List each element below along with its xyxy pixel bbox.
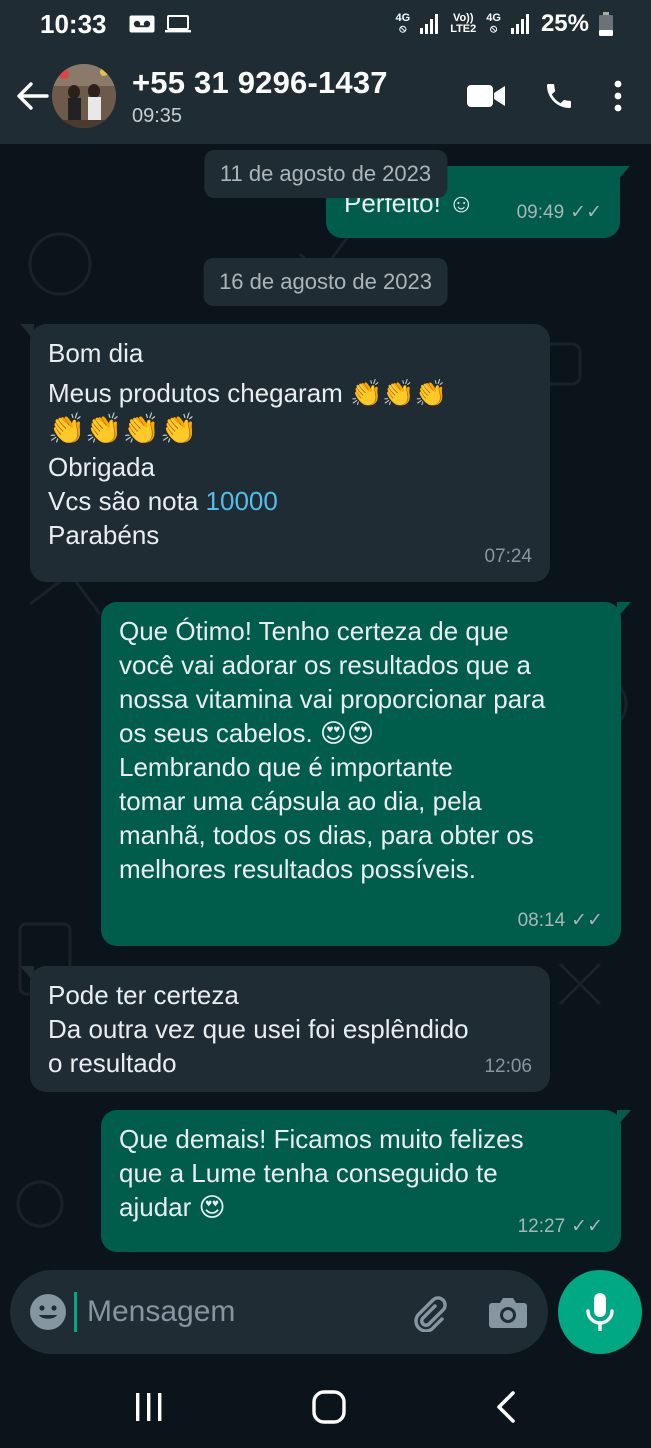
contact-name: +55 31 9296-1437 [132, 64, 388, 100]
attach-icon[interactable] [408, 1292, 448, 1332]
message-text: o resultado [48, 1048, 177, 1078]
message-text: Que demais! Ficamos muito felizes [119, 1124, 524, 1154]
phone-link[interactable]: 10000 [206, 486, 278, 516]
voice-message-button[interactable] [558, 1270, 642, 1354]
status-bar: 10:33 4G ⦸ Vo)) LTE2 4G ⦸ 25% [0, 0, 651, 48]
message-time: 07:24 [484, 546, 532, 567]
message-text: você vai adorar os resultados que a [119, 650, 531, 680]
back-arrow-icon [17, 82, 49, 110]
message-text: Lembrando que é importante [119, 752, 453, 782]
signal-icon [420, 14, 439, 34]
message-text: Que Ótimo! Tenho certeza de que [119, 616, 509, 646]
message-input[interactable]: Mensagem [87, 1295, 235, 1329]
battery-icon [599, 12, 613, 36]
status-time: 10:33 [40, 8, 107, 39]
message-text: manhã, todos os dias, para obter os [119, 820, 534, 850]
message-bubble-incoming[interactable]: Pode ter certeza Da outra vez que usei f… [20, 966, 550, 1092]
message-text: tomar uma cápsula ao dia, pela [119, 786, 482, 816]
message-text: Bom dia [48, 338, 144, 368]
message-text: Parabéns [48, 520, 160, 550]
message-text: Pode ter certeza [48, 980, 239, 1010]
back-button[interactable] [12, 76, 52, 116]
message-text: que a Lume tenha conseguido te [119, 1158, 498, 1188]
video-call-icon[interactable] [467, 83, 505, 109]
avatar-image [52, 64, 116, 128]
message-text: nossa vitamina vai proporcionar para [119, 684, 546, 714]
text-caret [74, 1292, 77, 1332]
message-text: Meus produtos chegaram 👏👏👏 [48, 378, 448, 408]
message-time: 12:06 [484, 1056, 532, 1077]
message-text: 👏👏👏👏 [48, 412, 198, 447]
back-nav-icon[interactable] [494, 1390, 518, 1424]
signal-icon-2 [510, 14, 529, 34]
battery-percent: 25% [540, 10, 589, 37]
message-list[interactable]: Perfeito! ☺ 09:49 ✓✓ 11 de agosto de 2023… [0, 144, 651, 1366]
date-separator: 11 de agosto de 2023 [203, 150, 448, 198]
voicemail-icon [129, 15, 154, 33]
chat-header: +55 31 9296-1437 09:35 [0, 48, 651, 144]
last-seen: 09:35 [132, 104, 183, 127]
message-text: melhores resultados possíveis. [119, 854, 476, 884]
recent-apps-icon[interactable] [133, 1391, 165, 1423]
message-time: 09:49 [516, 202, 565, 223]
emoji-icon[interactable] [28, 1292, 68, 1332]
message-text: os seus cabelos. 😍😍 [119, 718, 375, 748]
message-bubble-outgoing[interactable]: Que Ótimo! Tenho certeza de que você vai… [101, 602, 631, 946]
read-ticks-icon: ✓✓ [571, 1216, 603, 1237]
message-time: 12:27 [517, 1216, 566, 1237]
avatar[interactable] [52, 64, 116, 128]
camera-icon[interactable] [488, 1294, 528, 1330]
message-bubble-incoming[interactable]: Bom dia Meus produtos chegaram 👏👏👏 👏👏👏👏 … [20, 324, 550, 582]
message-text: Obrigada [48, 452, 155, 482]
read-ticks-icon: ✓✓ [571, 910, 603, 931]
more-vert-icon[interactable] [613, 80, 623, 112]
message-text: Da outra vez que usei foi esplêndido [48, 1014, 469, 1044]
read-ticks-icon: ✓✓ [570, 202, 602, 223]
contact-info[interactable]: +55 31 9296-1437 09:35 [132, 65, 388, 128]
phone-icon[interactable] [543, 80, 575, 112]
home-icon[interactable] [311, 1389, 347, 1425]
net-volte: Vo)) LTE2 [450, 12, 477, 35]
message-input-bar[interactable]: Mensagem [10, 1270, 548, 1354]
system-nav-bar [0, 1366, 651, 1448]
message-text: Vcs são nota 10000 [48, 486, 278, 516]
laptop-icon [164, 15, 191, 33]
message-bubble-outgoing[interactable]: Que demais! Ficamos muito felizes que a … [101, 1110, 631, 1252]
date-separator: 16 de agosto de 2023 [203, 258, 448, 306]
message-time: 08:14 [517, 910, 566, 931]
composer: Mensagem [0, 1266, 651, 1366]
mic-icon [586, 1293, 614, 1331]
net-4g-2: 4G ⦸ [486, 12, 501, 35]
net-4g-1: 4G ⦸ [395, 12, 411, 35]
